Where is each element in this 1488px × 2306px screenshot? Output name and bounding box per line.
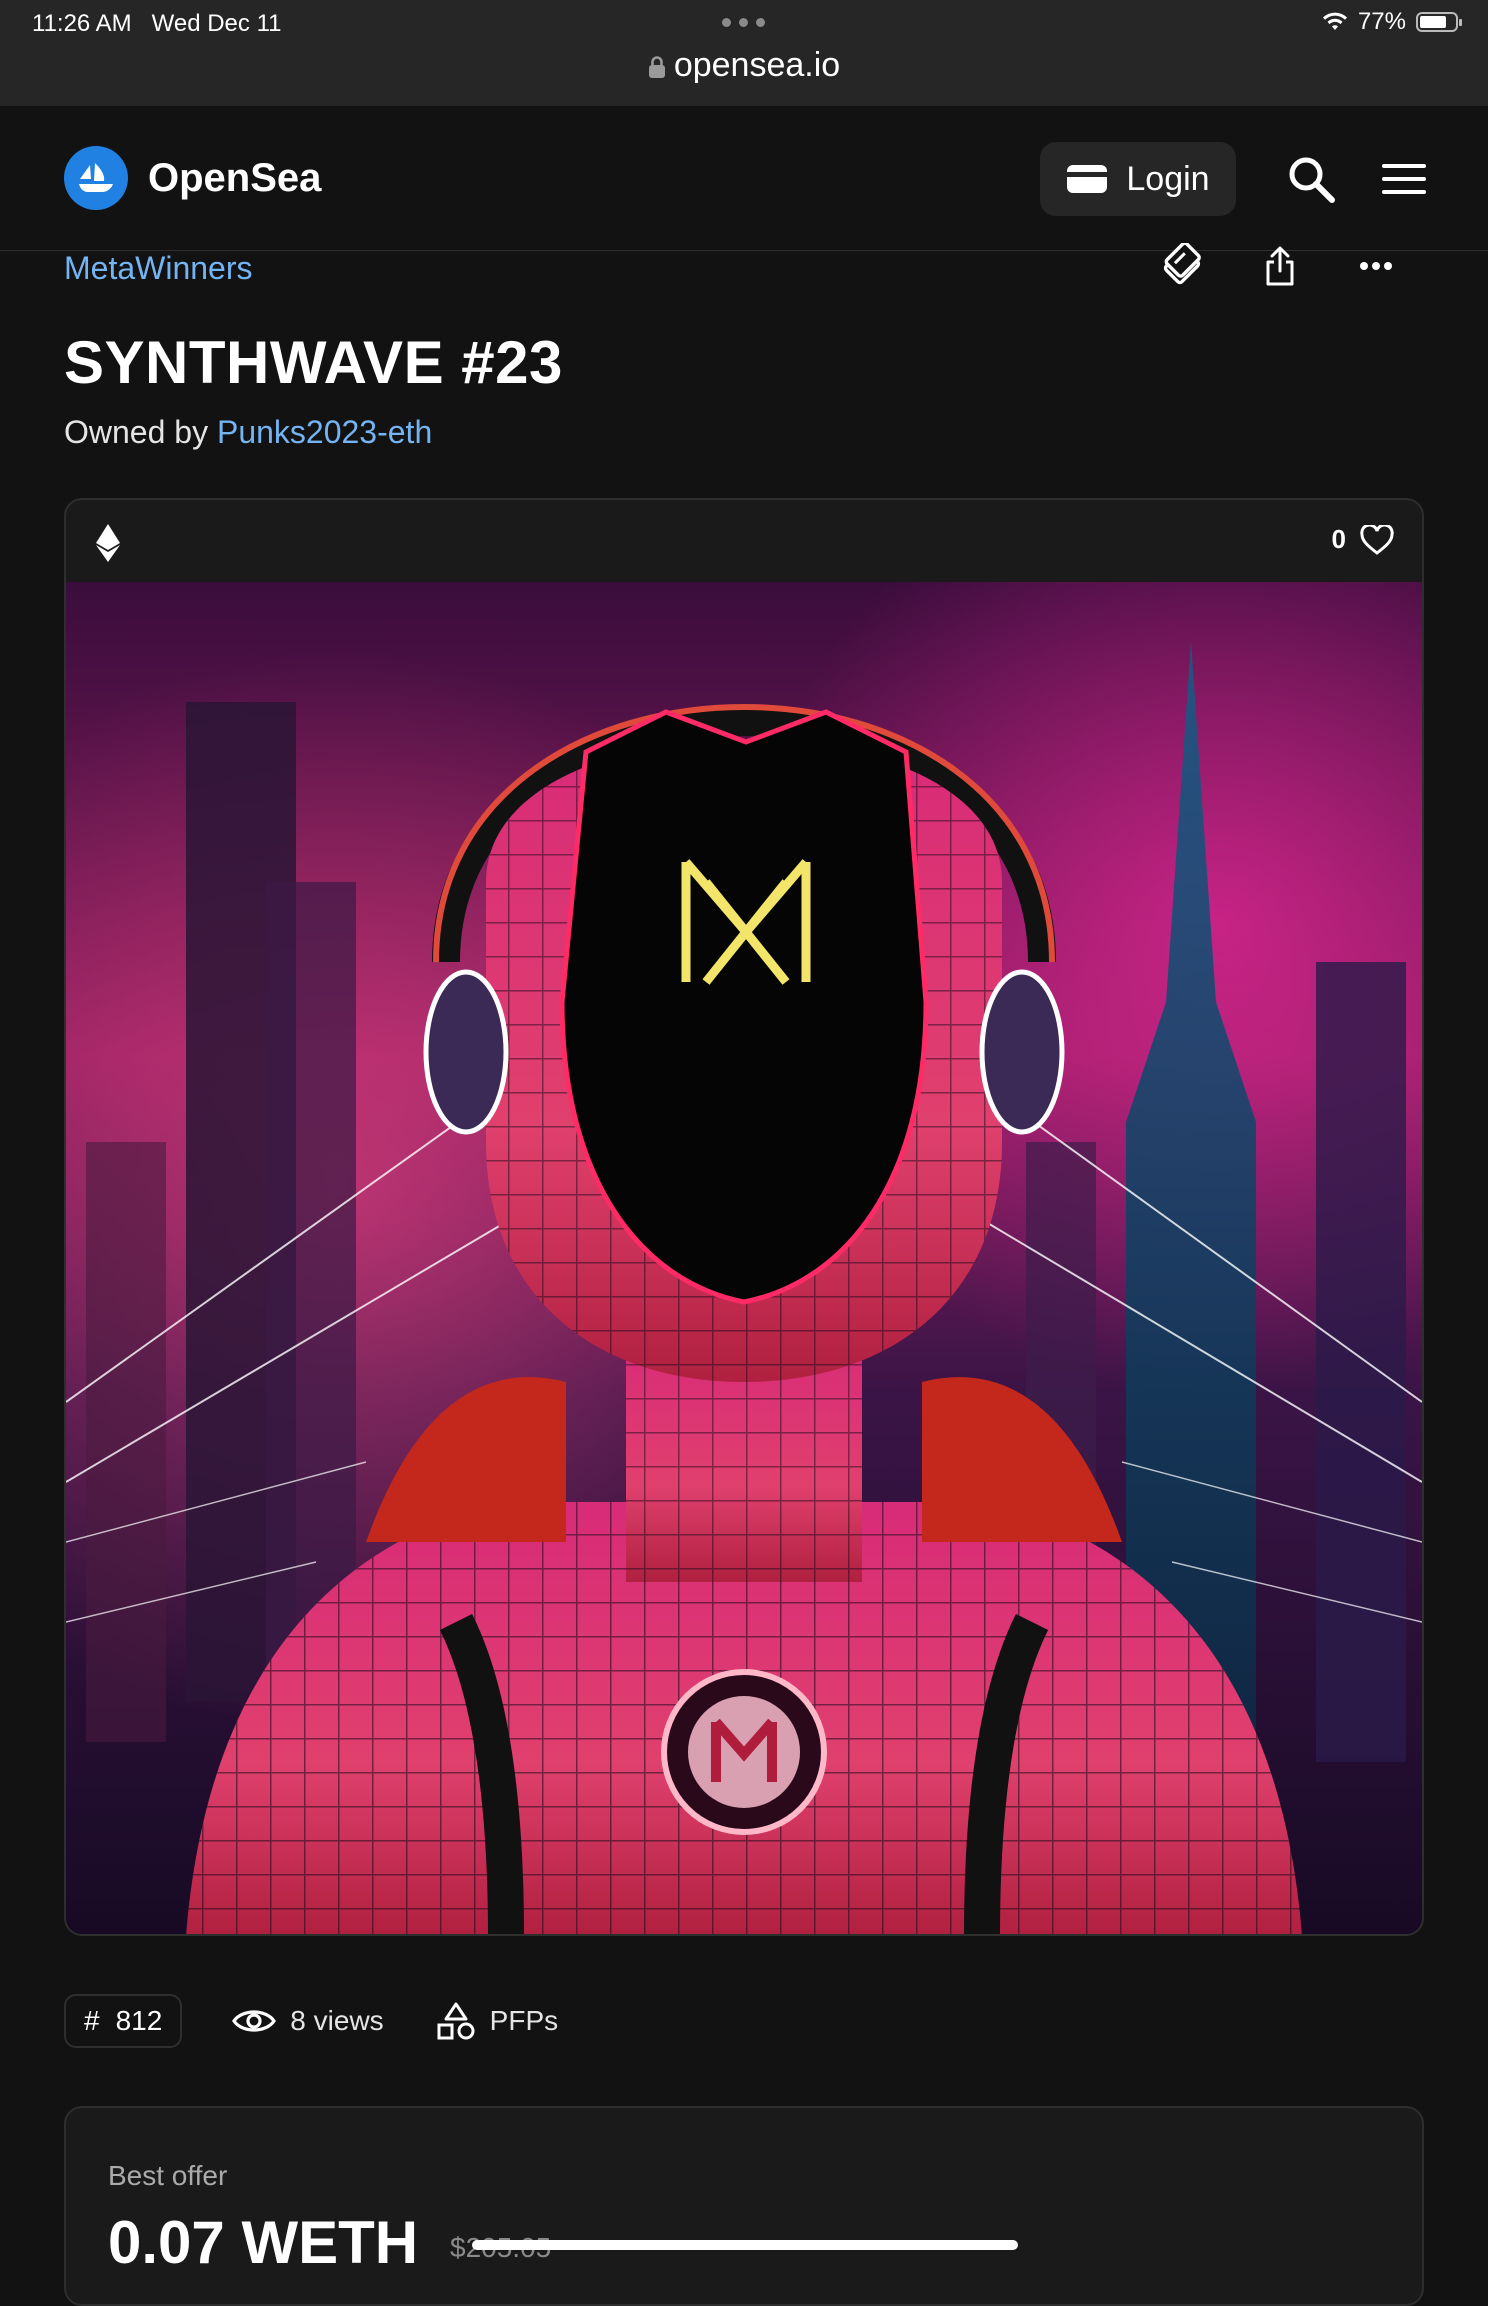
- search-icon[interactable]: [1286, 154, 1336, 204]
- battery-percent: 77%: [1357, 8, 1406, 35]
- hamburger-menu-icon[interactable]: [1382, 162, 1426, 196]
- hash-icon: #: [84, 2005, 100, 2036]
- home-indicator[interactable]: [472, 2240, 1018, 2250]
- nft-artwork[interactable]: [66, 582, 1422, 1936]
- category-link[interactable]: PFPs: [436, 2001, 558, 2041]
- owner-line: Owned by Punks2023-eth: [64, 414, 432, 451]
- owner-link[interactable]: Punks2023-eth: [217, 414, 432, 450]
- more-options-icon[interactable]: [1350, 240, 1402, 292]
- share-icon[interactable]: [1254, 240, 1306, 292]
- status-bar: 11:26 AM Wed Dec 11 77% opensea.io: [0, 0, 1488, 106]
- site-header: OpenSea Login: [0, 106, 1488, 251]
- rank-value: 812: [115, 2005, 163, 2036]
- views-count: 8 views: [290, 2005, 384, 2036]
- item-media-card: 0: [64, 498, 1424, 1936]
- status-indicators: 77%: [1322, 8, 1462, 36]
- brand-name: OpenSea: [148, 155, 322, 200]
- lock-icon: [648, 56, 665, 79]
- item-stats-row: # 812 8 views PFPs: [64, 1994, 558, 2048]
- item-title: SYNTHWAVE #23: [64, 329, 563, 396]
- media-card-header: 0: [66, 500, 1422, 582]
- login-label: Login: [1126, 159, 1210, 198]
- owned-by-label: Owned by: [64, 414, 209, 450]
- favorites-count: 0: [1331, 524, 1346, 554]
- battery-icon: [1416, 12, 1462, 32]
- views-stat: 8 views: [232, 2005, 384, 2037]
- wifi-icon: [1322, 12, 1347, 30]
- login-button[interactable]: Login: [1040, 142, 1236, 216]
- best-offer-price: 0.07 WETH: [108, 2209, 419, 2276]
- shapes-icon: [437, 2002, 475, 2040]
- best-offer-label: Best offer: [108, 2160, 228, 2191]
- best-offer-card: Best offer 0.07 WETH $205.05: [64, 2106, 1424, 2306]
- opensea-logo[interactable]: OpenSea: [64, 146, 321, 210]
- category-label: PFPs: [489, 2005, 559, 2036]
- url-text: opensea.io: [673, 46, 841, 84]
- eye-icon: [232, 2010, 277, 2032]
- heart-icon: [1360, 524, 1394, 555]
- multitasking-dots-icon[interactable]: [722, 18, 765, 27]
- wallet-icon: [1067, 165, 1108, 193]
- rarity-rank-chip[interactable]: # 812: [64, 1994, 183, 2048]
- address-bar[interactable]: opensea.io: [0, 46, 1488, 85]
- ethereum-icon: [96, 524, 120, 562]
- opensea-boat-icon: [64, 146, 128, 210]
- transfer-icon[interactable]: [1156, 240, 1208, 292]
- collection-link[interactable]: MetaWinners: [64, 250, 253, 287]
- status-time: 11:26 AM Wed Dec 11: [32, 10, 282, 37]
- favorite-button[interactable]: 0: [1332, 524, 1394, 555]
